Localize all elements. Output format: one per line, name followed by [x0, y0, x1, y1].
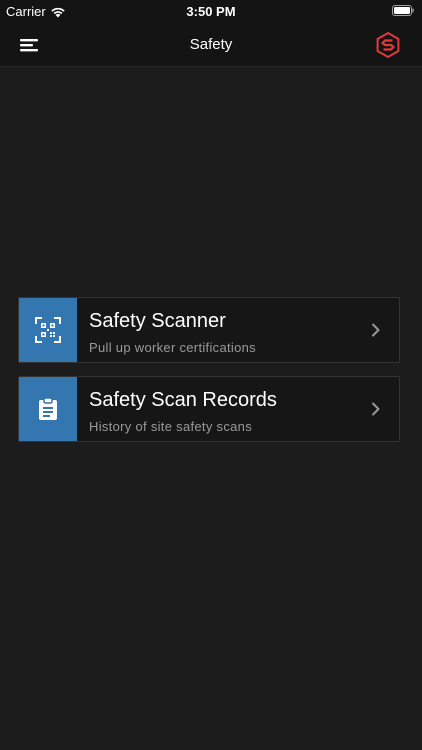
card-subtitle: History of site safety scans [89, 419, 253, 434]
clipboard-icon [39, 397, 57, 420]
navigation-bar: Safety [0, 24, 422, 67]
chevron-right-icon [372, 323, 380, 337]
card-title: Safety Scan Records [89, 389, 277, 411]
brand-logo-icon [376, 31, 400, 59]
safety-scan-records-card[interactable]: Safety Scan Records History of site safe… [18, 376, 400, 442]
page-title: Safety [189, 36, 233, 53]
safety-scanner-card[interactable]: Safety Scanner Pull up worker certificat… [18, 297, 400, 363]
chevron-right-icon [372, 402, 380, 416]
card-icon-tile [19, 377, 77, 441]
qr-scan-icon [35, 317, 61, 343]
battery-icon [392, 5, 414, 16]
card-title: Safety Scanner [89, 310, 226, 332]
safety-screen: Carrier 3:50 PM Safety Safety Scanner Pu… [0, 0, 422, 750]
card-subtitle: Pull up worker certifications [89, 340, 256, 355]
card-icon-tile [19, 298, 77, 362]
status-bar: Carrier 3:50 PM [0, 0, 422, 24]
status-time: 3:50 PM [186, 4, 236, 19]
